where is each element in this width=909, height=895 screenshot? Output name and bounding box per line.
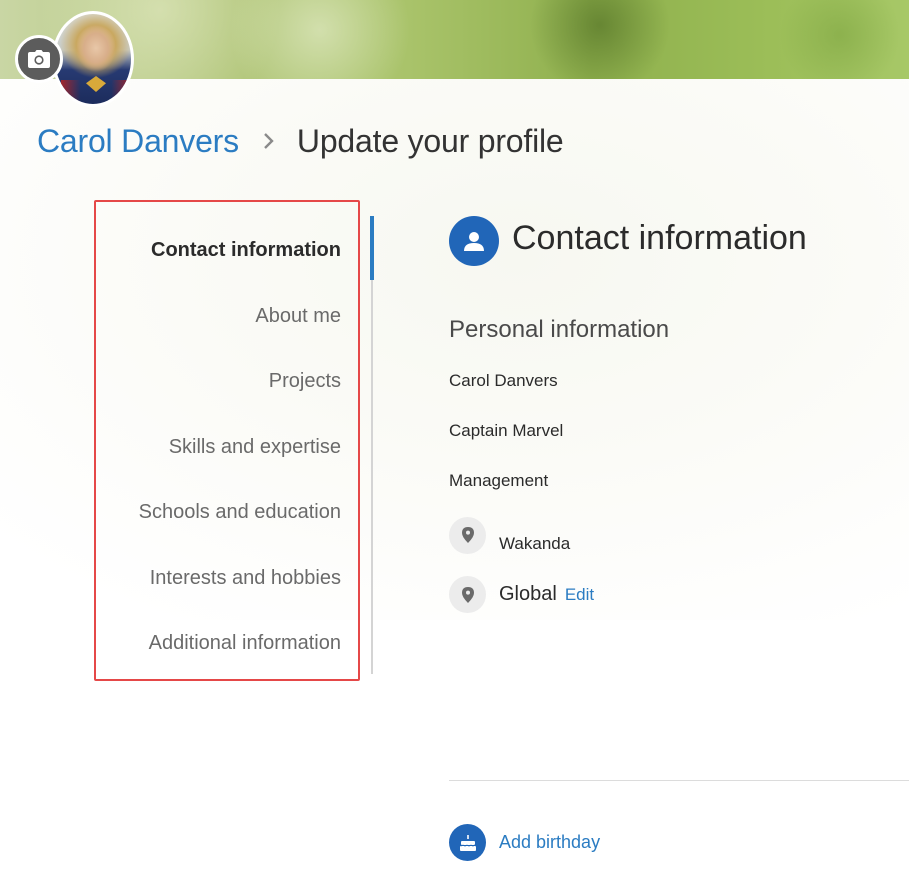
region-row: Global Edit [449, 576, 594, 613]
camera-icon [28, 50, 50, 68]
map-pin-icon [449, 516, 486, 554]
edit-location-link[interactable]: Edit [565, 585, 594, 605]
breadcrumb-profile-link[interactable]: Carol Danvers [37, 123, 239, 160]
job-title: Captain Marvel [449, 421, 564, 440]
add-birthday-label: Add birthday [499, 832, 601, 852]
nav-scroll-track [371, 216, 373, 674]
nav-item-additional[interactable]: Additional information [96, 611, 341, 677]
region: Global [499, 583, 557, 605]
nav-item-contact-information[interactable]: Contact information [96, 218, 341, 284]
person-icon [464, 232, 484, 251]
nav-item-interests[interactable]: Interests and hobbies [96, 546, 341, 612]
cover-banner [0, 0, 909, 79]
nav-item-projects[interactable]: Projects [96, 349, 341, 415]
avatar[interactable] [52, 11, 134, 107]
section-divider [449, 780, 909, 781]
breadcrumb: Carol Danvers Update your profile [37, 119, 564, 163]
cake-icon [449, 824, 486, 861]
display-name: Carol Danvers [449, 371, 558, 390]
avatar-photo [52, 11, 134, 107]
section-nav: Contact information About me Projects Sk… [96, 218, 341, 677]
section-title: Contact information [512, 219, 807, 257]
contact-section-icon [449, 216, 499, 266]
change-photo-button[interactable] [15, 35, 63, 83]
nav-item-about-me[interactable]: About me [96, 284, 341, 350]
nav-item-schools[interactable]: Schools and education [96, 480, 341, 546]
page-title: Update your profile [296, 122, 564, 159]
nav-active-indicator [370, 216, 374, 280]
profile-page: Carol Danvers Update your profile Contac… [0, 0, 909, 895]
nav-item-skills[interactable]: Skills and expertise [96, 415, 341, 481]
add-birthday-button[interactable]: Add birthday [449, 824, 600, 861]
map-pin-icon [449, 576, 486, 613]
office-location: Wakanda [499, 534, 571, 553]
chevron-right-icon [263, 132, 275, 150]
personal-info-heading: Personal information [449, 316, 670, 343]
office-location-row: Wakanda [449, 516, 570, 554]
department: Management [449, 471, 549, 490]
